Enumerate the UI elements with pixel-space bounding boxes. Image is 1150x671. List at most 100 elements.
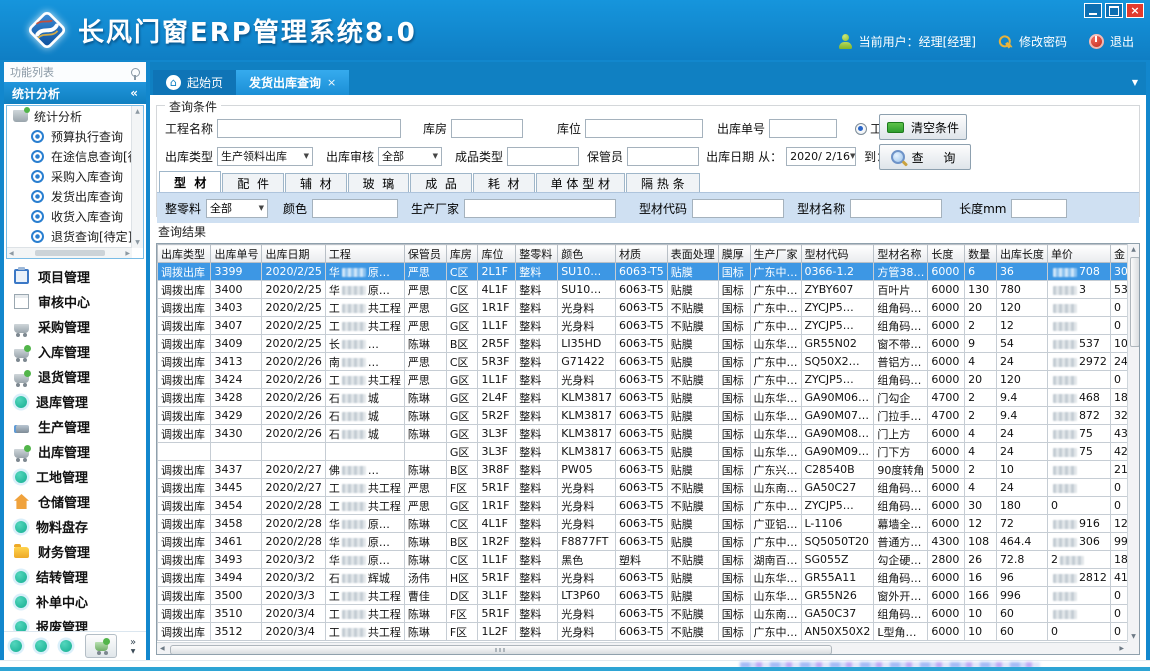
table-row[interactable]: 调拨出库34292020/2/26石城陈琳G区5R2F整料KLM38176063… xyxy=(158,407,1139,425)
table-row[interactable]: 调拨出库34932020/3/2华原…陈琳C区1L1F整料黑色塑料不贴膜国标湖南… xyxy=(158,551,1139,569)
material-tab[interactable]: 玻 璃 xyxy=(348,173,410,192)
tree-item[interactable]: 发货出库查询 xyxy=(7,186,143,206)
sidebar-menu-item[interactable]: 退货管理 xyxy=(14,364,146,389)
table-row[interactable]: 调拨出库35002020/3/3工共工程曹佳D区3L1F整料LT3P606063… xyxy=(158,587,1139,605)
tree-item[interactable]: 在途信息查询[待 xyxy=(7,146,143,166)
scroll-right-icon[interactable]: ▶ xyxy=(1119,645,1124,652)
sidebar-section-bar[interactable]: 统计分析 « xyxy=(4,82,146,104)
column-header[interactable]: 保管员 xyxy=(404,245,446,263)
column-header[interactable]: 表面处理 xyxy=(667,245,718,263)
table-row[interactable]: 调拨出库34942020/3/2石辉城汤伟H区5R1F整料光身料6063-T5贴… xyxy=(158,569,1139,587)
tab-close-icon[interactable]: × xyxy=(327,76,336,89)
material-tab[interactable]: 成 品 xyxy=(410,173,472,192)
column-header[interactable]: 颜色 xyxy=(558,245,616,263)
column-header[interactable]: 出库类型 xyxy=(158,245,211,263)
table-row[interactable]: 调拨出库35102020/3/4工共工程陈琳F区5R1F整料光身料6063-T5… xyxy=(158,605,1139,623)
out-type-select[interactable]: 生产领料出库▼ xyxy=(217,147,313,166)
sidebar-menu-item[interactable]: 采购管理 xyxy=(14,314,146,339)
table-row[interactable]: 调拨出库34242020/2/26工共工程严思G区1L1F整料光身料6063-T… xyxy=(158,371,1139,389)
column-header[interactable]: 生产厂家 xyxy=(750,245,801,263)
column-header[interactable]: 库位 xyxy=(478,245,516,263)
tree-item[interactable]: 预算执行查询 xyxy=(7,126,143,146)
tree-item[interactable]: 采购入库查询 xyxy=(7,166,143,186)
table-row[interactable]: 调拨出库34002020/2/25华原…严思C区4L1F整料SU10…6063-… xyxy=(158,281,1139,299)
sidebar-menu-item[interactable]: 生产管理 xyxy=(14,414,146,439)
profile-name-input[interactable] xyxy=(850,199,942,218)
sidebar-menu-item[interactable]: 项目管理 xyxy=(14,264,146,289)
keeper-input[interactable] xyxy=(627,147,699,166)
tree-horizontal-scrollbar[interactable]: ◀ ▶ xyxy=(7,247,132,258)
material-tab[interactable]: 型 材 xyxy=(159,171,221,192)
table-row[interactable]: 调拨出库34372020/2/27佛…陈琳B区3R8F整料PW056063-T5… xyxy=(158,461,1139,479)
scroll-up-icon[interactable]: ▲ xyxy=(1131,246,1136,253)
table-row[interactable]: 调拨出库34092020/2/25长…陈琳B区2R5F整料LI35HD6063-… xyxy=(158,335,1139,353)
column-header[interactable]: 工程 xyxy=(325,245,404,263)
collapse-icon[interactable]: « xyxy=(130,86,138,100)
project-name-input[interactable] xyxy=(217,119,401,138)
column-header[interactable]: 材质 xyxy=(616,245,668,263)
grid-vertical-scrollbar[interactable]: ▲ ▼ xyxy=(1127,244,1139,642)
sidebar-menu-item[interactable]: 出库管理 xyxy=(14,439,146,464)
column-header[interactable]: 出库单号 xyxy=(211,245,262,263)
minimize-button[interactable] xyxy=(1084,3,1102,18)
table-row[interactable]: 调拨出库34302020/2/26石城陈琳G区3L3F整料KLM38176063… xyxy=(158,425,1139,443)
sidebar-menu-item[interactable]: 入库管理 xyxy=(14,339,146,364)
column-header[interactable]: 型材名称 xyxy=(874,245,928,263)
table-row[interactable]: G区3L3F整料KLM38176063-T5贴膜国标山东华…GA90M09…门下… xyxy=(158,443,1139,461)
tree-vertical-scrollbar[interactable]: ▲ ▼ xyxy=(131,106,143,248)
material-tab[interactable]: 单 体 型 材 xyxy=(536,173,625,192)
column-header[interactable]: 长度 xyxy=(928,245,965,263)
column-header[interactable]: 库房 xyxy=(446,245,478,263)
sidebar-menu-item[interactable]: 审核中心 xyxy=(14,289,146,314)
table-row[interactable]: 调拨出库34582020/2/28华原…陈琳C区4L1F整料光身料6063-T5… xyxy=(158,515,1139,533)
manufacturer-input[interactable] xyxy=(464,199,616,218)
material-tab[interactable]: 耗 材 xyxy=(473,173,535,192)
table-row[interactable]: 调拨出库35122020/3/4工共工程陈琳F区1L2F整料光身料6063-T5… xyxy=(158,623,1139,641)
column-header[interactable]: 膜厚 xyxy=(718,245,750,263)
dot-icon[interactable] xyxy=(10,640,22,652)
pin-icon[interactable] xyxy=(131,68,140,77)
sidebar-menu-item[interactable]: 结转管理 xyxy=(14,564,146,589)
warehouse-input[interactable] xyxy=(451,119,523,138)
scroll-right-icon[interactable]: ▶ xyxy=(125,250,130,257)
material-tab[interactable]: 隔 热 条 xyxy=(626,173,700,192)
close-button[interactable]: × xyxy=(1126,3,1144,18)
date-from-picker[interactable]: 2020/ 2/16▼ xyxy=(786,147,856,166)
scroll-down-icon[interactable]: ▼ xyxy=(135,239,140,246)
table-row[interactable]: 调拨出库34072020/2/25工共工程严思G区1L1F整料光身料6063-T… xyxy=(158,317,1139,335)
column-header[interactable]: 单价 xyxy=(1047,245,1110,263)
dot-icon[interactable] xyxy=(60,640,72,652)
sidebar-menu-item[interactable]: 财务管理 xyxy=(14,539,146,564)
clear-conditions-button[interactable]: 清空条件 xyxy=(879,114,967,140)
tree-item[interactable]: 退货查询[待定] xyxy=(7,226,143,246)
material-tab[interactable]: 配 件 xyxy=(222,173,284,192)
location-input[interactable] xyxy=(585,119,703,138)
length-input[interactable] xyxy=(1011,199,1067,218)
material-tab[interactable]: 辅 材 xyxy=(285,173,347,192)
sidebar-menu-item[interactable]: 报废管理 xyxy=(14,614,146,631)
column-header[interactable]: 出库长度 xyxy=(996,245,1047,263)
table-row[interactable]: 调拨出库34282020/2/26石城陈琳G区2L4F整料KLM38176063… xyxy=(158,389,1139,407)
dot-icon[interactable] xyxy=(35,640,47,652)
column-header[interactable]: 数量 xyxy=(965,245,997,263)
table-row[interactable]: 调拨出库34612020/2/28华原…陈琳B区1R2F整料F8877FT606… xyxy=(158,533,1139,551)
tree-item[interactable]: 收货入库查询 xyxy=(7,206,143,226)
profile-code-input[interactable] xyxy=(692,199,784,218)
grid-horizontal-scrollbar[interactable]: ◀ ▶ xyxy=(157,642,1127,654)
color-input[interactable] xyxy=(312,199,398,218)
sidebar-menu-item[interactable]: 退库管理 xyxy=(14,389,146,414)
scroll-thumb[interactable] xyxy=(170,645,832,655)
table-row[interactable]: 调拨出库34132020/2/26南…严思C区5R3F整料G714226063-… xyxy=(158,353,1139,371)
tree-root[interactable]: 统计分析 xyxy=(7,106,143,126)
scroll-left-icon[interactable]: ◀ xyxy=(9,250,14,257)
sidebar-menu-item[interactable]: 工地管理 xyxy=(14,464,146,489)
product-type-input[interactable] xyxy=(507,147,579,166)
column-header[interactable]: 出库日期 xyxy=(262,245,325,263)
overflow-button[interactable]: » ▼ xyxy=(130,638,136,655)
scroll-up-icon[interactable]: ▲ xyxy=(135,108,140,115)
maximize-button[interactable] xyxy=(1105,3,1123,18)
column-header[interactable]: 型材代码 xyxy=(801,245,874,263)
scroll-thumb[interactable] xyxy=(35,250,105,256)
logout-button[interactable]: 退出 xyxy=(1089,33,1134,50)
column-header[interactable]: 整零料 xyxy=(516,245,558,263)
